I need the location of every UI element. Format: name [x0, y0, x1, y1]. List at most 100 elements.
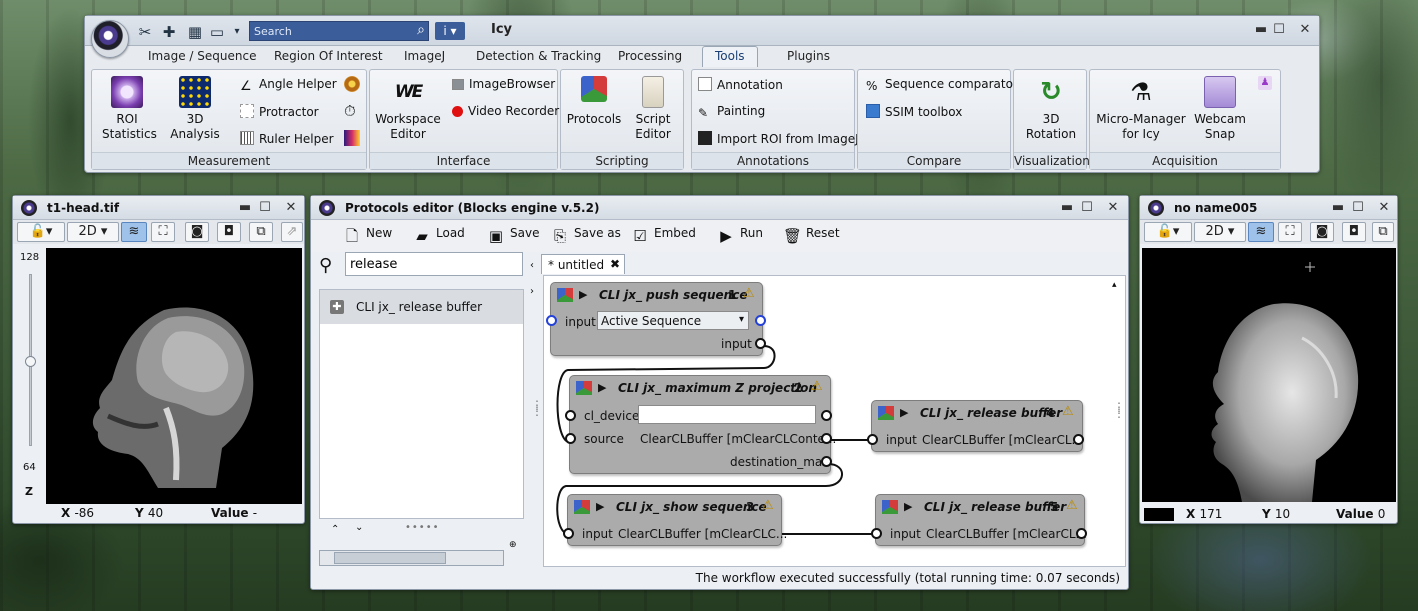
save-button[interactable]: ▣ Save	[487, 226, 540, 245]
run-block-icon[interactable]: ▶	[904, 500, 912, 513]
reset-button[interactable]: 🗑 Reset	[783, 226, 840, 245]
scroll-up-icon[interactable]: ▴	[1112, 280, 1117, 290]
tab-image-sequence[interactable]: Image / Sequence	[148, 49, 256, 63]
layers-icon[interactable]: ≋	[121, 222, 147, 242]
window-dropdown-icon[interactable]: ▭	[207, 22, 227, 42]
projection-image[interactable]	[1142, 248, 1396, 502]
input-port[interactable]	[565, 433, 576, 444]
minimize-icon[interactable]: ▬	[1253, 22, 1269, 38]
save-as-button[interactable]: ⎘ Save as	[551, 226, 621, 245]
list-item[interactable]: ✚ CLI jx_ release buffer	[320, 290, 523, 324]
sphere-icon[interactable]	[344, 76, 360, 92]
painting-button[interactable]: ✎ Painting	[698, 104, 765, 120]
input-port[interactable]	[546, 315, 557, 326]
tab-tools[interactable]: Tools	[702, 46, 758, 67]
collapse-right-icon[interactable]: ›	[530, 286, 534, 297]
minimize-icon[interactable]: ▬	[1059, 200, 1075, 216]
tab-untitled[interactable]: * untitled ✖	[541, 254, 625, 274]
scrollbar-thumb[interactable]	[334, 552, 446, 564]
embed-button[interactable]: ☑ Embed	[631, 226, 696, 245]
sequence-comparator-button[interactable]: % Sequence comparator	[866, 77, 1018, 93]
chevron-down-icon[interactable]: ▾	[227, 22, 247, 42]
tab-processing[interactable]: Processing	[618, 49, 682, 63]
roi-statistics-button[interactable]: ROI Statistics	[102, 76, 157, 142]
tab-plugins[interactable]: Plugins	[787, 49, 830, 63]
run-block-icon[interactable]: ▶	[596, 500, 604, 513]
window-layout-icon[interactable]: ▦	[185, 22, 205, 42]
puzzle-icon[interactable]: ✚	[159, 22, 179, 42]
ruler-helper-button[interactable]: Ruler Helper	[240, 131, 334, 146]
close-icon[interactable]: ✕	[1297, 22, 1313, 38]
tab-imagej[interactable]: ImageJ	[404, 49, 445, 63]
input-port[interactable]	[871, 528, 882, 539]
new-button[interactable]: 🗋 New	[343, 226, 392, 245]
run-block-icon[interactable]: ▶	[598, 381, 606, 394]
tab-detection-tracking[interactable]: Detection & Tracking	[476, 49, 601, 63]
output-port[interactable]	[1076, 528, 1087, 539]
script-editor-button[interactable]: Script Editor	[627, 76, 679, 142]
maximize-icon[interactable]: ☐	[1350, 200, 1366, 216]
output-port[interactable]	[1073, 434, 1084, 445]
block-release-buffer-4[interactable]: ▶ CLI jx_ release buffer 4 ⚠ input Clear…	[867, 400, 1084, 452]
colormap-icon[interactable]	[344, 130, 360, 146]
export-icon[interactable]: ⇗	[281, 222, 303, 242]
angle-helper-button[interactable]: ∠ Angle Helper	[240, 77, 337, 94]
annotation-button[interactable]: Annotation	[698, 77, 783, 92]
tools-icon[interactable]: ✂	[135, 22, 155, 42]
ssim-toolbox-button[interactable]: SSIM toolbox	[866, 104, 962, 119]
expand-icon[interactable]: ⊕	[509, 540, 517, 550]
block-maximum-z-projection[interactable]: ▶ CLI jx_ maximum Z projection 2 ⚠ cl_de…	[565, 375, 836, 474]
chevron-down-icon[interactable]: ⌄	[355, 522, 363, 533]
output-port[interactable]	[755, 315, 766, 326]
maximize-icon[interactable]: ☐	[1079, 200, 1095, 216]
input-port[interactable]	[565, 410, 576, 421]
user-icon[interactable]: ♟	[1258, 76, 1272, 90]
run-button[interactable]: ▶ Run	[717, 226, 763, 245]
chevron-up-icon[interactable]: ⌃	[331, 524, 339, 535]
workspace-editor-button[interactable]: WE Workspace Editor	[374, 76, 442, 142]
block-push-sequence[interactable]: ▶ CLI jx_ push sequence 1 ⚠ input Active…	[546, 282, 766, 356]
maximize-icon[interactable]: ☐	[257, 200, 273, 216]
z-slider-thumb[interactable]	[25, 356, 36, 367]
run-block-icon[interactable]: ▶	[900, 406, 908, 419]
collapse-left-icon[interactable]: ‹	[530, 260, 534, 271]
block-search-input[interactable]	[345, 252, 523, 276]
maximize-icon[interactable]: ☐	[1271, 22, 1287, 38]
camera-copy-icon[interactable]: ◘	[217, 222, 241, 242]
minimize-icon[interactable]: ▬	[1330, 200, 1346, 216]
video-recorder-button[interactable]: Video Recorder	[452, 104, 559, 118]
protocols-button[interactable]: Protocols	[565, 76, 623, 127]
info-icon[interactable]: i ▾	[435, 22, 465, 40]
output-port[interactable]	[821, 433, 832, 444]
lock-dropdown[interactable]: 🔓▾	[17, 222, 65, 242]
run-block-icon[interactable]: ▶	[579, 288, 587, 301]
sequence-select[interactable]: Active Sequence ▾	[597, 311, 749, 330]
camera-icon[interactable]: ◙	[185, 222, 209, 242]
input-port[interactable]	[867, 434, 878, 445]
splitter-handle[interactable]: ⋮ ⋮	[531, 399, 543, 417]
layers-icon[interactable]: ≋	[1248, 222, 1274, 242]
camera-icon[interactable]: ◙	[1310, 222, 1334, 242]
output-port[interactable]	[821, 456, 832, 467]
workflow-canvas[interactable]: ▶ CLI jx_ push sequence 1 ⚠ input Active…	[543, 275, 1126, 567]
close-icon[interactable]: ✕	[1376, 200, 1392, 216]
view-mode-select[interactable]: 2D ▾	[1194, 222, 1246, 242]
load-button[interactable]: ▰ Load	[413, 226, 465, 245]
close-icon[interactable]: ✕	[283, 200, 299, 216]
block-release-buffer-5[interactable]: ▶ CLI jx_ release buffer 5 ⚠ input Clear…	[871, 494, 1087, 546]
fit-icon[interactable]: ⛶	[1278, 222, 1302, 242]
mri-head-image[interactable]	[46, 248, 302, 504]
3d-rotation-button[interactable]: ↻ 3D Rotation	[1018, 76, 1084, 142]
tab-region-of-interest[interactable]: Region Of Interest	[274, 49, 383, 63]
block-show-sequence[interactable]: ▶ CLI jx_ show sequence 3 ⚠ input ClearC…	[563, 494, 787, 546]
minimize-icon[interactable]: ▬	[237, 200, 253, 216]
fit-icon[interactable]: ⛶	[151, 222, 175, 242]
input-port[interactable]	[563, 528, 574, 539]
micro-manager-button[interactable]: ⚗ Micro-Manager for Icy	[1094, 76, 1188, 142]
duplicate-icon[interactable]: ⧉	[1372, 222, 1394, 242]
cl-device-field[interactable]	[638, 405, 816, 424]
import-roi-button[interactable]: Import ROI from ImageJ	[698, 131, 859, 146]
camera-copy-icon[interactable]: ◘	[1342, 222, 1366, 242]
drag-handle[interactable]: •••••	[405, 522, 440, 533]
output-port[interactable]	[755, 338, 766, 349]
